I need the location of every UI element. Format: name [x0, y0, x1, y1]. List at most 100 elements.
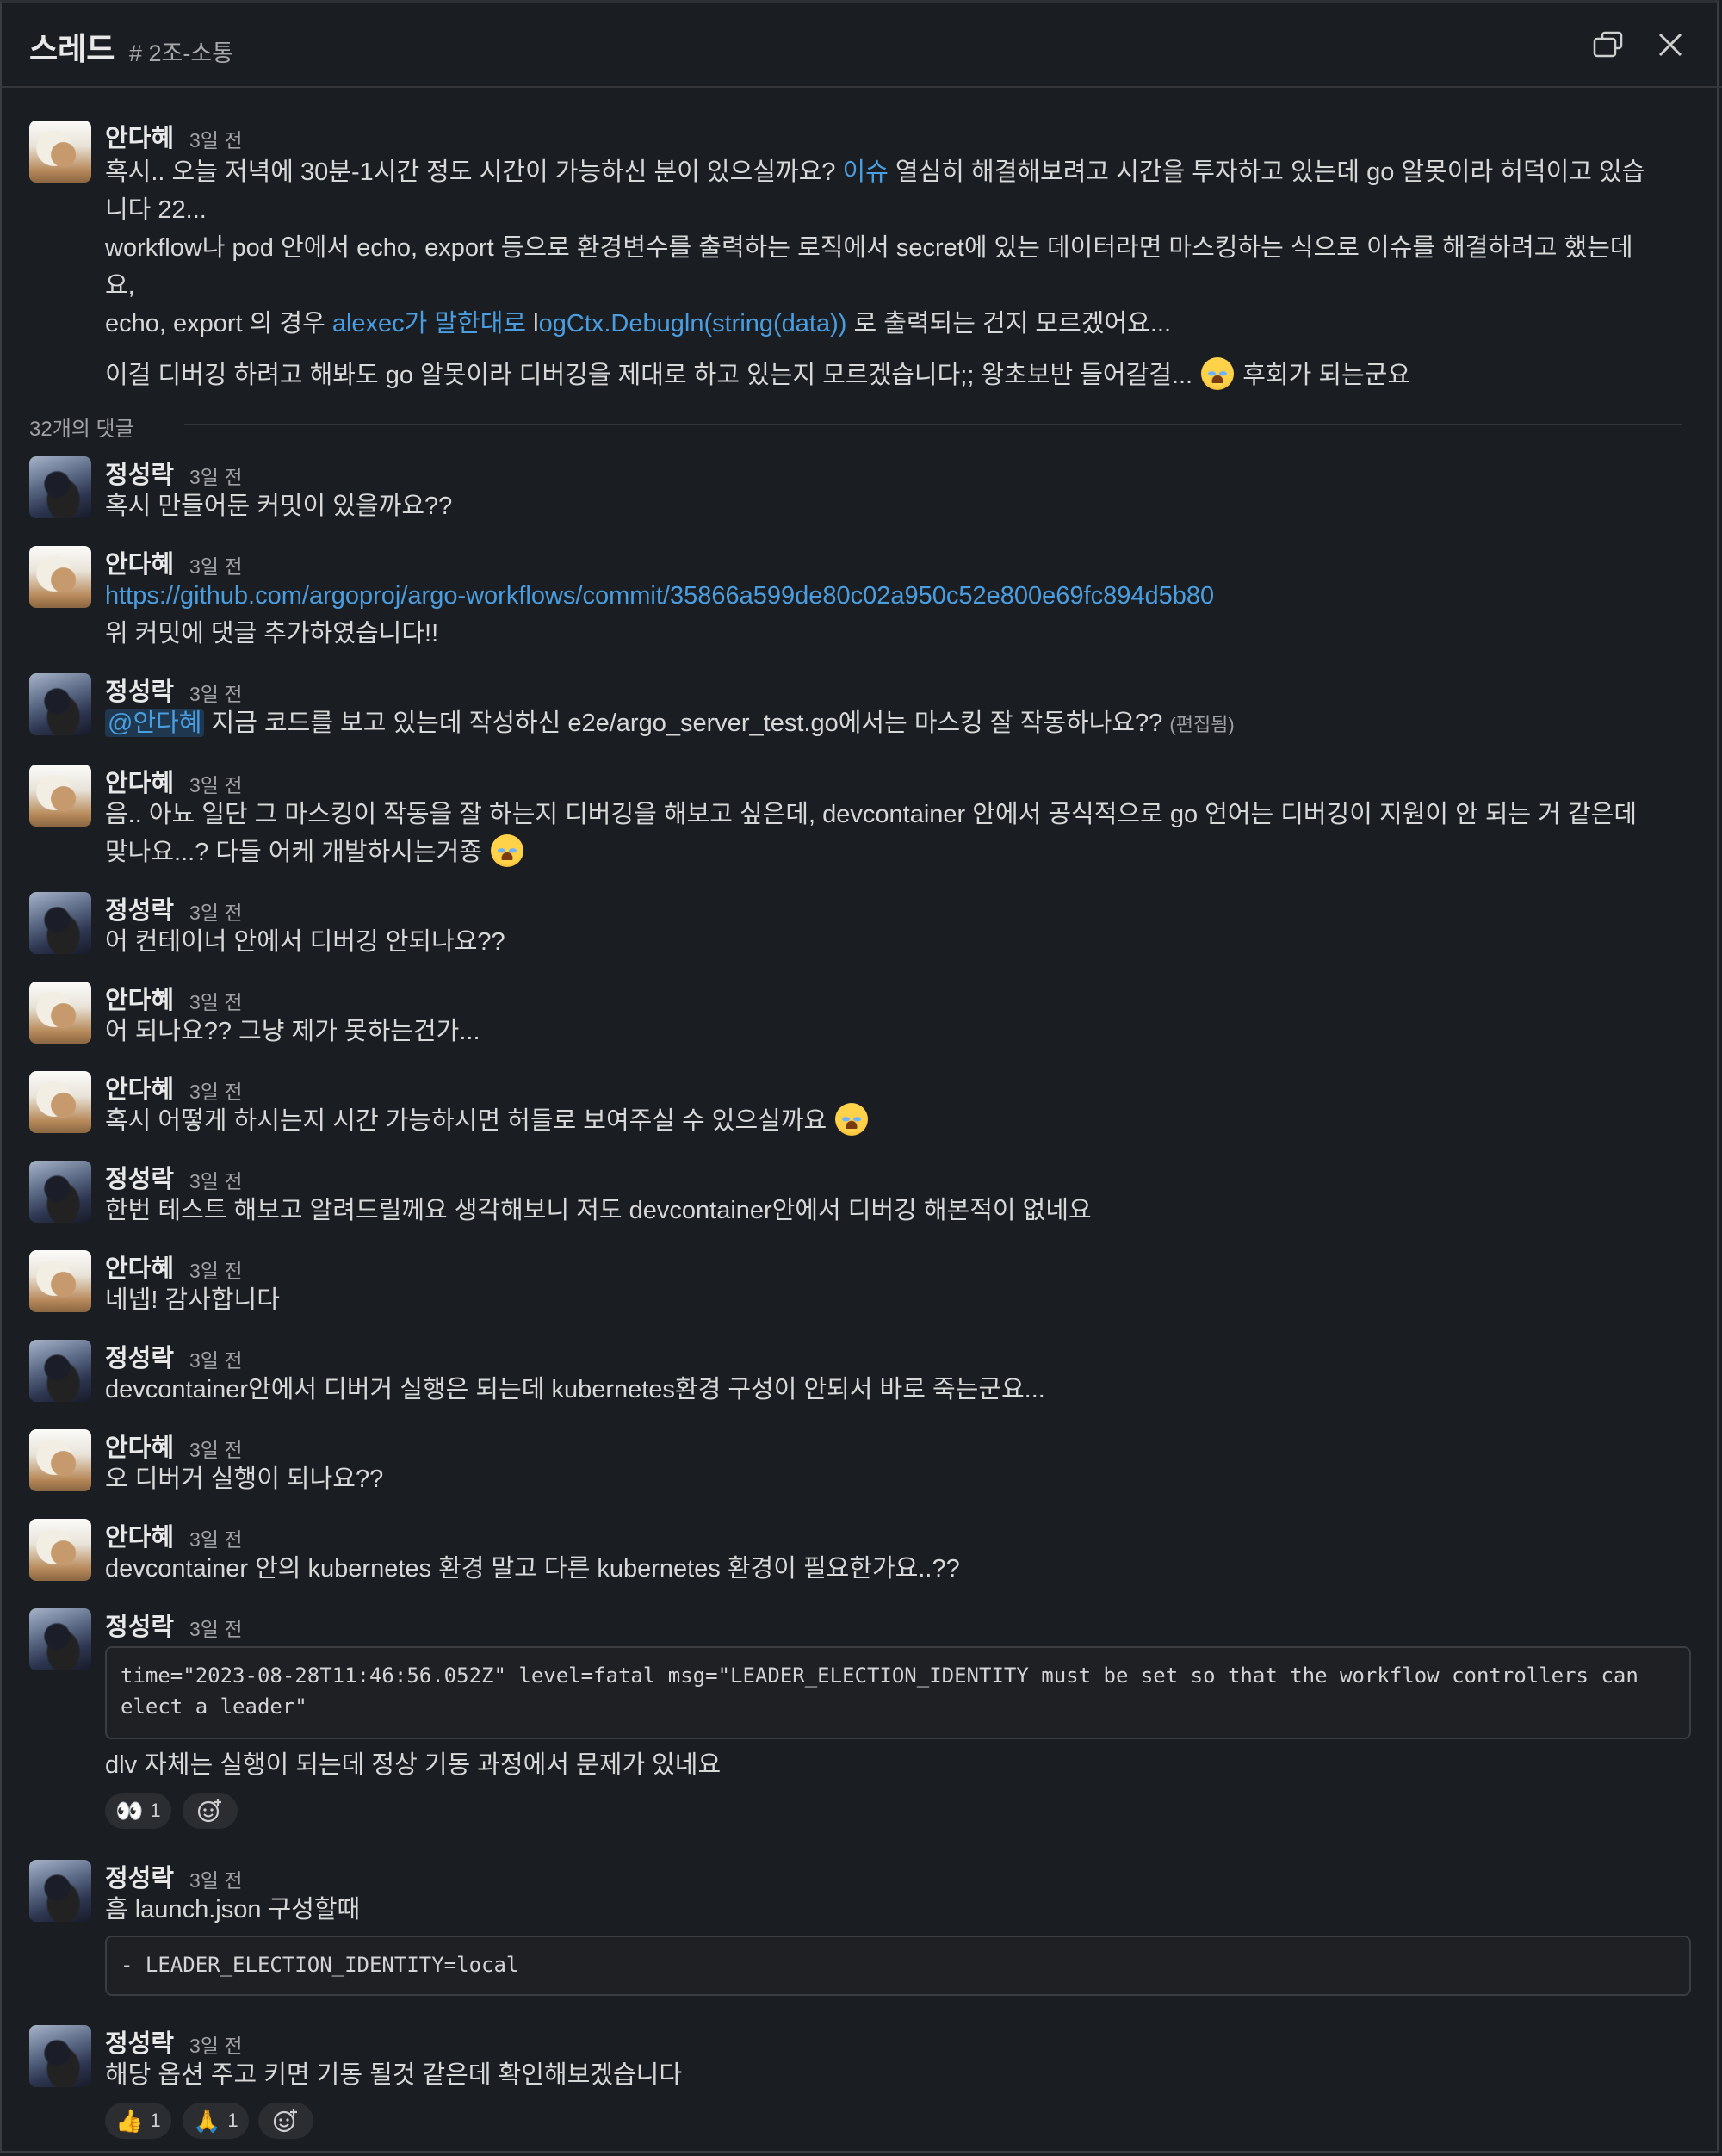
timestamp[interactable]: 3일 전 [189, 2029, 243, 2059]
avatar[interactable] [29, 121, 91, 183]
avatar[interactable] [29, 673, 91, 735]
author-name[interactable]: 안다혜 [105, 1517, 174, 1553]
eyes-reaction[interactable]: 👀 1 [105, 1793, 171, 1829]
message-text: 로 출력되는 건지 모르겠어요... [846, 310, 1171, 338]
author-name[interactable]: 안다혜 [105, 763, 174, 799]
thumbs-up-emoji: 👍 [115, 2107, 144, 2134]
eyes-emoji: 👀 [115, 1797, 144, 1824]
timestamp[interactable]: 3일 전 [189, 1255, 243, 1284]
message-text: 지금 코드를 보고 있는데 작성하신 e2e/argo_server_test.… [204, 709, 1170, 737]
message-text: 맞나요...? 다들 어케 개발하시는거죵 [105, 839, 490, 866]
author-name[interactable]: 안다혜 [105, 1069, 174, 1106]
author-name[interactable]: 정성락 [105, 1607, 174, 1643]
message-text: 혹시.. 오늘 저녁에 30분-1시간 정도 시간이 가능하신 분이 있으실까요… [105, 158, 843, 186]
message-text: 음.. 아뇨 일단 그 마스킹이 작동을 잘 하는지 디버깅을 해보고 싶은데,… [105, 801, 1638, 828]
avatar[interactable] [29, 1860, 91, 1922]
message-text: l [526, 310, 539, 338]
message-text: 어 컨테이너 안에서 디버깅 안되나요?? [105, 928, 505, 956]
author-name[interactable]: 안다혜 [105, 1428, 174, 1464]
avatar[interactable] [29, 982, 91, 1044]
message-text: 흠 launch.json 구성할때 [105, 1896, 361, 1924]
message-text: 해당 옵션 주고 키면 기동 될것 같은데 확인해보겠습니다 [105, 2061, 683, 2089]
debug-link[interactable]: ogCtx.Debugln(string(data)) [539, 310, 847, 338]
issue-link[interactable]: 이슈 [842, 158, 888, 186]
author-name[interactable]: 정성락 [105, 1858, 174, 1894]
timestamp[interactable]: 3일 전 [189, 1075, 243, 1105]
message-text: devcontainer 안의 kubernetes 환경 말고 다른 kube… [105, 1555, 960, 1583]
reaction-count: 1 [150, 1800, 161, 1821]
author-name[interactable]: 안다혜 [105, 980, 174, 1016]
close-icon[interactable] [1651, 26, 1689, 64]
author-name[interactable]: 정성락 [105, 890, 174, 926]
avatar[interactable] [29, 546, 91, 608]
timestamp[interactable]: 3일 전 [189, 1613, 243, 1642]
add-reaction-icon [273, 2109, 297, 2133]
code-block: - LEADER_ELECTION_IDENTITY=local [105, 1936, 1691, 1996]
message-line: 맞나요...? 다들 어케 개발하시는거죵 [105, 833, 1698, 871]
pray-emoji: 🙏 [193, 2107, 221, 2134]
author-name[interactable]: 정성락 [105, 1338, 174, 1374]
message-text: 한번 테스트 해보고 알려드릴께요 생각해보니 저도 devcontainer안… [105, 1197, 1092, 1224]
timestamp[interactable]: 3일 전 [189, 986, 243, 1015]
message-text: 열심히 해결해보려고 시간을 투자하고 있는데 go 알못이라 허덕이고 있습 [888, 158, 1645, 186]
avatar[interactable] [29, 1161, 91, 1223]
timestamp[interactable]: 3일 전 [189, 461, 243, 490]
channel-name[interactable]: # 2조-소통 [129, 34, 233, 68]
message-text: 어 되나요?? 그냥 제가 못하는건가... [105, 1018, 480, 1045]
message-line: @안다혜 지금 코드를 보고 있는데 작성하신 e2e/argo_server_… [105, 704, 1698, 744]
message-text: 혹시 만들어둔 커밋이 있을까요?? [105, 493, 453, 520]
thread-header: 스레드 # 2조-소통 [0, 0, 1722, 88]
alexec-link[interactable]: alexec가 말한대로 [332, 310, 526, 338]
avatar[interactable] [29, 765, 91, 827]
avatar[interactable] [29, 1608, 91, 1670]
message-text: 위 커밋에 댓글 추가하였습니다!! [105, 620, 439, 647]
avatar[interactable] [29, 1340, 91, 1402]
message-line: 니다 22... [105, 196, 207, 224]
crying-emoji [1201, 357, 1235, 391]
reaction-count: 1 [150, 2110, 161, 2131]
author-name[interactable]: 안다혜 [105, 544, 174, 580]
timestamp[interactable]: 3일 전 [189, 550, 243, 579]
message-line: 혹시 어떻게 하시는지 시간 가능하시면 허들로 보여주실 수 있으실까요 [105, 1102, 1698, 1140]
user-mention[interactable]: @안다혜 [105, 709, 205, 737]
author-name[interactable]: 안다혜 [105, 118, 174, 154]
avatar[interactable] [29, 892, 91, 954]
timestamp[interactable]: 3일 전 [189, 1344, 243, 1373]
avatar[interactable] [29, 1250, 91, 1312]
avatar[interactable] [29, 456, 91, 518]
message-line: 혹시.. 오늘 저녁에 30분-1시간 정도 시간이 가능하신 분이 있으실까요… [105, 153, 1698, 191]
timestamp[interactable]: 3일 전 [189, 769, 243, 798]
reply-count-divider: 32개의 댓글 [29, 412, 1682, 441]
code-block: time="2023-08-28T11:46:56.052Z" level=fa… [105, 1646, 1691, 1739]
reply-count: 32개의 댓글 [29, 418, 148, 441]
timestamp[interactable]: 3일 전 [189, 1864, 243, 1893]
author-name[interactable]: 정성락 [105, 455, 174, 491]
commit-link[interactable]: https://github.com/argoproj/argo-workflo… [105, 577, 1698, 615]
timestamp[interactable]: 3일 전 [189, 678, 243, 707]
timestamp[interactable]: 3일 전 [189, 1165, 243, 1194]
message-line: workflow나 pod 안에서 echo, export 등으로 환경변수를… [105, 234, 1633, 262]
message-text: 혹시 어떻게 하시는지 시간 가능하시면 허들로 보여주실 수 있으실까요 [105, 1107, 834, 1135]
message-text: 이걸 디버깅 하려고 해봐도 go 알못이라 디버깅을 제대로 하고 있는지 모… [105, 362, 1200, 389]
add-reaction-button[interactable] [183, 1793, 238, 1829]
timestamp[interactable]: 3일 전 [189, 896, 243, 926]
popout-icon[interactable] [1589, 26, 1627, 64]
timestamp[interactable]: 3일 전 [189, 1434, 243, 1463]
avatar[interactable] [29, 1071, 91, 1133]
author-name[interactable]: 정성락 [105, 1159, 174, 1195]
edited-label: (편집됨) [1169, 714, 1235, 735]
author-name[interactable]: 안다혜 [105, 1248, 174, 1285]
timestamp[interactable]: 3일 전 [189, 124, 243, 153]
pray-reaction[interactable]: 🙏 1 [183, 2103, 249, 2139]
add-reaction-button[interactable] [258, 2103, 313, 2139]
avatar[interactable] [29, 1429, 91, 1491]
thumbs-up-reaction[interactable]: 👍 1 [105, 2103, 171, 2139]
avatar[interactable] [29, 2025, 91, 2087]
timestamp[interactable]: 3일 전 [189, 1523, 243, 1552]
message-text: echo, export 의 경우 [105, 310, 332, 338]
author-name[interactable]: 정성락 [105, 672, 174, 708]
message-text: 네넵! 감사합니다 [105, 1286, 280, 1314]
author-name[interactable]: 정성락 [105, 2023, 174, 2060]
avatar[interactable] [29, 1519, 91, 1581]
reaction-count: 1 [227, 2110, 238, 2131]
